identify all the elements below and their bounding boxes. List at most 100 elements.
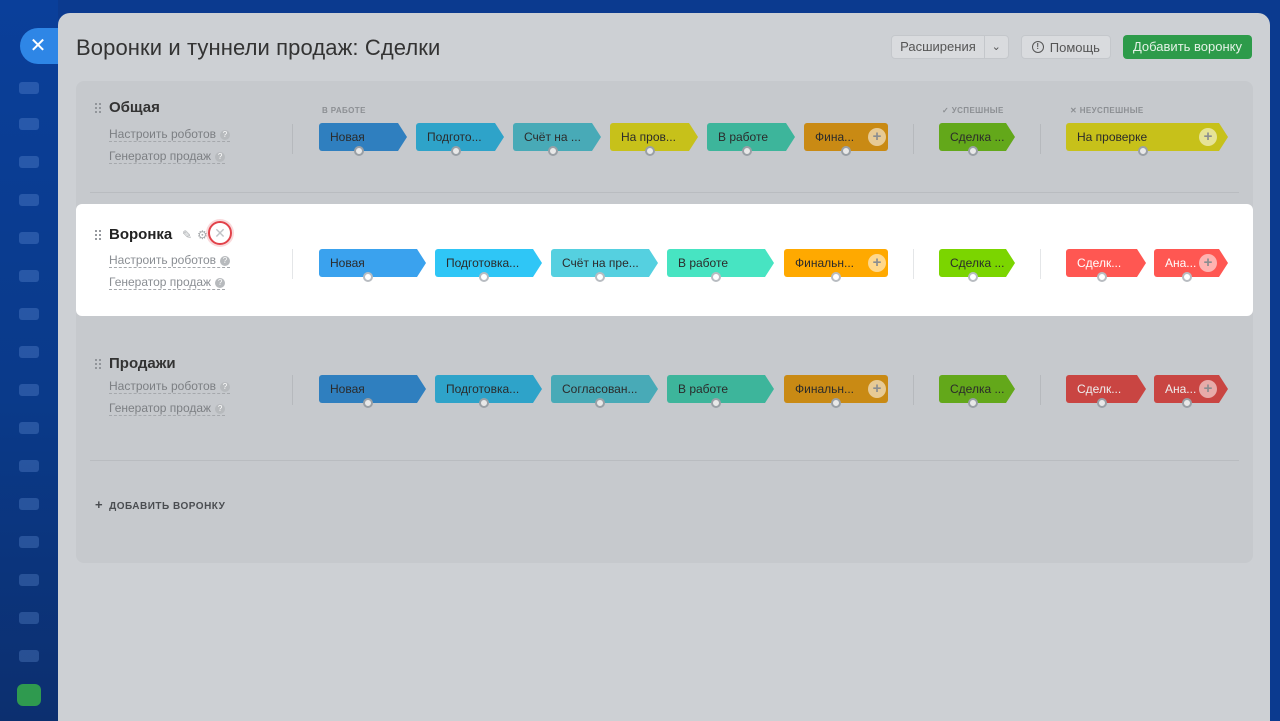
- stage-handle[interactable]: [711, 398, 721, 408]
- nav-icon[interactable]: [19, 612, 39, 624]
- stage-chip[interactable]: Финальн... +: [784, 249, 888, 282]
- stage-chip[interactable]: Ана... +: [1154, 375, 1228, 408]
- help-icon[interactable]: ?: [215, 403, 226, 414]
- stage-chip[interactable]: Сделк...: [1066, 249, 1146, 282]
- divider: [913, 124, 914, 154]
- robots-link[interactable]: Настроить роботов?: [109, 253, 231, 268]
- gear-icon[interactable]: ⚙: [197, 228, 208, 242]
- add-funnel-link[interactable]: + ДОБАВИТЬ ВОРОНКУ: [95, 497, 225, 512]
- nav-icon[interactable]: [19, 422, 39, 434]
- stage-handle[interactable]: [595, 398, 605, 408]
- stage-handle[interactable]: [363, 398, 373, 408]
- nav-icon[interactable]: [19, 574, 39, 586]
- help-icon[interactable]: ?: [215, 277, 226, 288]
- stage-chip[interactable]: В работе: [667, 249, 774, 282]
- stage-chip[interactable]: Счёт на пре...: [551, 249, 658, 282]
- drag-handle-icon[interactable]: [94, 358, 102, 370]
- stage-handle[interactable]: [595, 272, 605, 282]
- stage-handle[interactable]: [967, 398, 978, 408]
- robots-link[interactable]: Настроить роботов?: [109, 127, 231, 142]
- stage-handle[interactable]: [841, 146, 851, 156]
- stage-handle[interactable]: [1181, 272, 1192, 282]
- stage-chip[interactable]: Финальн... +: [784, 375, 888, 408]
- stage-chip[interactable]: Подгото...: [416, 123, 504, 156]
- stage-handle[interactable]: [450, 146, 461, 156]
- nav-icon[interactable]: [19, 194, 39, 206]
- extensions-button[interactable]: Расширения ⌄: [891, 35, 1009, 59]
- nav-icon[interactable]: [19, 384, 39, 396]
- stage-handle[interactable]: [363, 272, 373, 282]
- stage-handle[interactable]: [1096, 398, 1107, 408]
- stage-handle[interactable]: [967, 272, 978, 282]
- stage-arrow: [765, 249, 774, 277]
- stage-handle[interactable]: [711, 272, 721, 282]
- stage-handle[interactable]: [831, 272, 841, 282]
- drag-handle-icon[interactable]: [94, 229, 102, 241]
- stage-chip[interactable]: Подготовка...: [435, 375, 542, 408]
- generator-link[interactable]: Генератор продаж?: [109, 149, 226, 164]
- help-icon[interactable]: ?: [220, 129, 231, 140]
- generator-link[interactable]: Генератор продаж?: [109, 401, 226, 416]
- stage-chip[interactable]: Новая: [319, 249, 426, 282]
- stage-chip[interactable]: На пров...: [610, 123, 698, 156]
- chevron-down-icon[interactable]: ⌄: [983, 36, 1008, 58]
- nav-icon[interactable]: [19, 270, 39, 282]
- add-stage-icon[interactable]: +: [1199, 128, 1217, 146]
- stage-chip[interactable]: Фина... +: [804, 123, 888, 156]
- stage-chip[interactable]: Сделка ...: [939, 249, 1015, 282]
- nav-icon[interactable]: [19, 308, 39, 320]
- divider: [913, 249, 914, 279]
- add-stage-icon[interactable]: +: [1199, 380, 1217, 398]
- nav-icon[interactable]: [19, 536, 39, 548]
- stage-handle[interactable]: [831, 398, 841, 408]
- nav-icon[interactable]: [19, 460, 39, 472]
- stage-chip[interactable]: Счёт на ...: [513, 123, 601, 156]
- generator-link[interactable]: Генератор продаж?: [109, 275, 226, 290]
- stage-handle[interactable]: [967, 146, 978, 156]
- robots-link-label: Настроить роботов: [109, 253, 217, 267]
- add-stage-icon[interactable]: +: [868, 128, 886, 146]
- add-funnel-button[interactable]: Добавить воронку: [1122, 35, 1252, 59]
- delete-funnel-button[interactable]: ✕: [208, 221, 232, 245]
- nav-icon[interactable]: [19, 498, 39, 510]
- stage-chip[interactable]: Новая: [319, 123, 407, 156]
- nav-icon[interactable]: [19, 346, 39, 358]
- nav-icon[interactable]: [19, 156, 39, 168]
- group-label-fail: ✕ НЕУСПЕШНЫЕ: [1070, 106, 1144, 115]
- stage-chip[interactable]: Подготовка...: [435, 249, 542, 282]
- nav-icon[interactable]: [19, 650, 39, 662]
- stage-chip[interactable]: На проверке +: [1066, 123, 1228, 156]
- stage-chip[interactable]: Сделк...: [1066, 375, 1146, 408]
- close-slider-button[interactable]: ✕: [20, 28, 60, 64]
- stage-handle[interactable]: [353, 146, 364, 156]
- stage-chip[interactable]: Новая: [319, 375, 426, 408]
- stage-chip[interactable]: Ана... +: [1154, 249, 1228, 282]
- stage-handle[interactable]: [741, 146, 752, 156]
- add-stage-icon[interactable]: +: [868, 380, 886, 398]
- stage-handle[interactable]: [1181, 398, 1192, 408]
- nav-icon[interactable]: [19, 82, 39, 94]
- stage-chip[interactable]: В работе: [707, 123, 795, 156]
- stage-handle[interactable]: [479, 398, 489, 408]
- stage-chip[interactable]: В работе: [667, 375, 774, 408]
- stage-handle[interactable]: [479, 272, 489, 282]
- stage-chip[interactable]: Сделка ...: [939, 123, 1015, 156]
- stage-handle[interactable]: [1096, 272, 1107, 282]
- stage-handle[interactable]: [644, 146, 655, 156]
- drag-handle-icon[interactable]: [94, 102, 102, 114]
- add-stage-icon[interactable]: +: [868, 254, 886, 272]
- edit-icon[interactable]: ✎: [182, 228, 192, 242]
- stage-chip[interactable]: Согласован...: [551, 375, 658, 408]
- stage-chip[interactable]: Сделка ...: [939, 375, 1015, 408]
- add-stage-icon[interactable]: +: [1199, 254, 1217, 272]
- help-icon[interactable]: ?: [220, 381, 231, 392]
- nav-icon[interactable]: [19, 118, 39, 130]
- nav-icon[interactable]: [19, 232, 39, 244]
- stage-handle[interactable]: [547, 146, 558, 156]
- status-icon[interactable]: [17, 684, 41, 706]
- help-button[interactable]: ! Помощь: [1020, 35, 1111, 59]
- help-icon[interactable]: ?: [215, 151, 226, 162]
- stage-handle[interactable]: [1137, 146, 1148, 156]
- help-icon[interactable]: ?: [220, 255, 231, 266]
- robots-link[interactable]: Настроить роботов?: [109, 379, 231, 394]
